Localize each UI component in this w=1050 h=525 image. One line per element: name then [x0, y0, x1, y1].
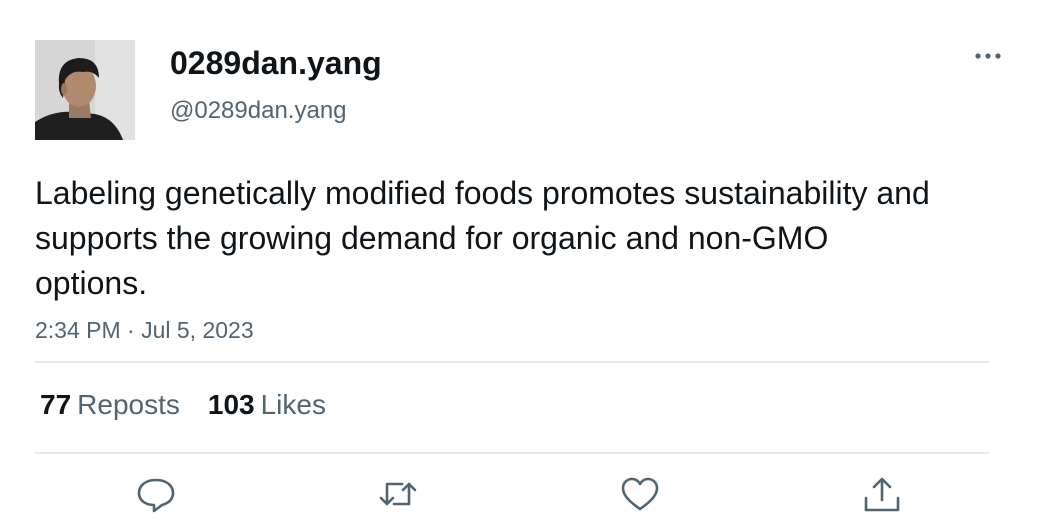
- divider: [35, 452, 989, 454]
- engagement-stats: 77 Reposts 103 Likes: [40, 388, 354, 422]
- likes-count: 103: [207, 389, 255, 420]
- reposts-label: Reposts: [77, 389, 180, 420]
- divider: [35, 361, 989, 363]
- more-options-button[interactable]: [968, 40, 1008, 72]
- likes-stat[interactable]: 103 Likes: [208, 388, 326, 422]
- reposts-count: 77: [40, 389, 72, 420]
- tweet-timestamp[interactable]: 2:34 PM · Jul 5, 2023: [35, 315, 254, 345]
- tweet-detail: 0289dan.yang @0289dan.yang Labeling gene…: [0, 0, 1050, 525]
- more-horizontal-icon: [975, 53, 1001, 59]
- tweet-text: Labeling genetically modified foods prom…: [35, 175, 930, 301]
- repost-icon: [379, 482, 417, 506]
- reply-button[interactable]: [134, 474, 178, 514]
- avatar[interactable]: [35, 40, 135, 140]
- repost-button[interactable]: [376, 474, 420, 514]
- likes-label: Likes: [260, 389, 326, 420]
- like-icon: [621, 477, 659, 511]
- profile-photo-icon: [35, 40, 135, 140]
- display-name[interactable]: 0289dan.yang: [170, 44, 382, 82]
- reply-icon: [137, 478, 175, 513]
- share-icon: [864, 477, 900, 512]
- reposts-stat[interactable]: 77 Reposts: [40, 388, 180, 422]
- share-button[interactable]: [860, 474, 904, 514]
- like-button[interactable]: [618, 474, 662, 514]
- user-handle[interactable]: @0289dan.yang: [170, 96, 347, 126]
